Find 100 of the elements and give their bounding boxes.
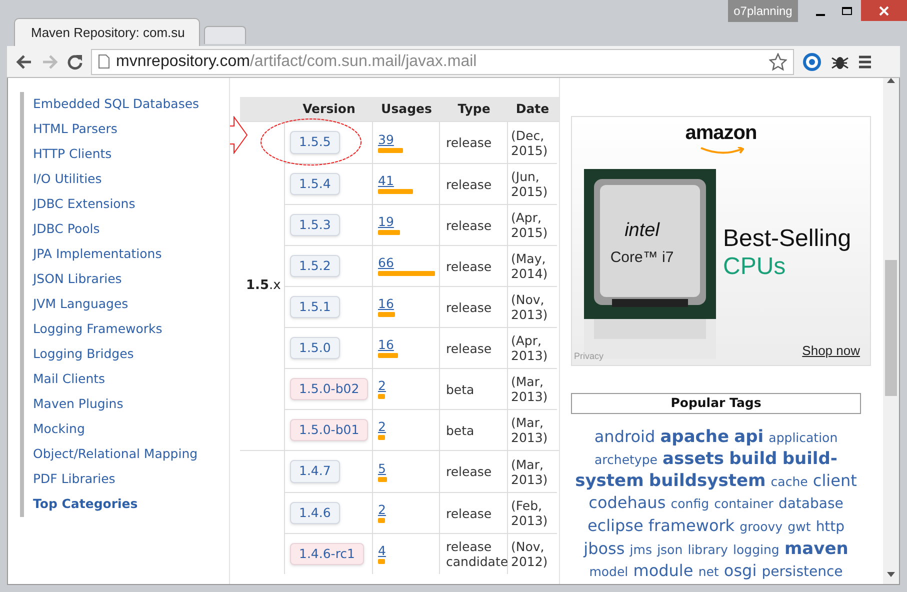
tag-link[interactable]: client xyxy=(812,471,857,490)
category-link[interactable]: HTML Parsers xyxy=(33,120,118,139)
category-link[interactable]: JVM Languages xyxy=(33,295,128,314)
tag-link[interactable]: osgi xyxy=(724,561,757,580)
usages-link[interactable]: 41 xyxy=(378,174,394,188)
version-link[interactable]: 1.5.4 xyxy=(290,172,340,196)
menu-icon[interactable] xyxy=(858,54,872,68)
advertisement-banner[interactable]: amazon intel Core™ i7 Best-Selling CPUs Privacy Shop now xyxy=(571,116,871,366)
category-link[interactable]: Object/Relational Mapping xyxy=(33,445,198,464)
address-bar[interactable]: mvnrepository.com/artifact/com.sun.mail/javax.mail xyxy=(91,48,794,74)
back-icon[interactable] xyxy=(15,54,33,70)
tag-link[interactable]: jms xyxy=(630,542,652,557)
category-link[interactable]: Mocking xyxy=(33,420,85,439)
category-link[interactable]: Top Categories xyxy=(33,495,138,514)
usages-link[interactable]: 16 xyxy=(378,297,394,311)
scrollbar-thumb[interactable] xyxy=(885,260,897,396)
tag-link[interactable]: build xyxy=(729,449,778,469)
tag-link[interactable]: archetype xyxy=(594,452,658,467)
date-text: (Mar, 2013) xyxy=(511,456,549,486)
tag-link[interactable]: apache xyxy=(660,427,730,447)
tag-link[interactable]: codehaus xyxy=(588,493,666,512)
date-text: (Mar, 2013) xyxy=(511,374,549,404)
tag-link[interactable]: net xyxy=(698,564,719,579)
category-link[interactable]: I/O Utilities xyxy=(33,170,102,189)
tag-link[interactable]: logging xyxy=(733,542,780,557)
version-link[interactable]: 1.4.6 xyxy=(290,502,340,524)
tag-link[interactable]: config xyxy=(670,496,710,511)
version-link[interactable]: 1.5.1 xyxy=(290,296,340,318)
version-link[interactable]: 1.4.7 xyxy=(290,460,340,483)
tag-link[interactable]: model xyxy=(589,564,628,579)
tag-link[interactable]: android xyxy=(594,427,656,446)
tag-link[interactable]: framework xyxy=(648,516,735,535)
tag-link[interactable]: module xyxy=(633,561,694,580)
tag-link[interactable]: library xyxy=(688,542,728,557)
type-text: release xyxy=(446,135,492,150)
tag-link[interactable]: maven xyxy=(784,539,848,559)
category-link[interactable]: Embedded SQL Databases xyxy=(33,95,200,114)
date-text: (Nov, 2012) xyxy=(511,539,549,569)
version-link[interactable]: 1.5.5 xyxy=(290,131,340,154)
chip-model-text: Core™ i7 xyxy=(609,248,675,268)
tag-link[interactable]: http xyxy=(816,519,845,535)
usages-link[interactable]: 2 xyxy=(378,379,386,393)
usages-link[interactable]: 39 xyxy=(378,132,394,146)
usages-link[interactable]: 19 xyxy=(378,215,394,229)
version-link[interactable]: 1.5.3 xyxy=(290,214,340,236)
subline-text: CPUs xyxy=(723,252,786,282)
category-link[interactable]: HTTP Clients xyxy=(33,145,112,164)
usages-link[interactable]: 66 xyxy=(378,256,394,270)
scrollbar[interactable] xyxy=(883,78,899,584)
column-header: Usages xyxy=(380,100,433,118)
extension-icon[interactable] xyxy=(802,52,822,72)
type-text: release xyxy=(446,300,492,314)
category-link[interactable]: JDBC Extensions xyxy=(33,195,136,214)
usages-link[interactable]: 4 xyxy=(378,544,386,558)
tag-link[interactable]: buildsystem xyxy=(648,471,766,491)
version-link[interactable]: 1.5.0 xyxy=(290,336,340,360)
tag-link[interactable]: api xyxy=(734,427,764,447)
date-text: (Feb, 2013) xyxy=(511,498,549,528)
close-icon xyxy=(879,6,889,16)
tag-link[interactable]: eclipse xyxy=(587,516,644,535)
version-link[interactable]: 1.5.0-b02 xyxy=(290,378,368,400)
tag-link[interactable]: container xyxy=(714,496,774,511)
tag-link[interactable]: json xyxy=(657,542,683,557)
tag-link[interactable]: gwt xyxy=(788,519,811,534)
usages-link[interactable]: 2 xyxy=(378,420,386,434)
usages-link[interactable]: 2 xyxy=(378,503,386,517)
chip-brand-text: intel xyxy=(624,219,661,243)
tag-link[interactable]: application xyxy=(768,430,838,445)
usages-link[interactable]: 5 xyxy=(378,462,386,476)
version-link[interactable]: 1.4.6-rc1 xyxy=(290,542,364,566)
shop-now-link[interactable]: Shop now xyxy=(802,341,860,360)
scroll-down-icon[interactable] xyxy=(887,572,895,577)
tag-link[interactable]: database xyxy=(778,496,844,512)
category-link[interactable]: JSON Libraries xyxy=(33,270,122,289)
category-link[interactable]: Mail Clients xyxy=(33,370,106,389)
version-link[interactable]: 1.5.2 xyxy=(290,254,340,278)
close-window-button[interactable] xyxy=(861,0,907,21)
category-link[interactable]: Maven Plugins xyxy=(33,395,124,414)
category-link[interactable]: PDF Libraries xyxy=(33,470,116,489)
category-link[interactable]: JPA Implementations xyxy=(33,245,162,264)
date-text: (Jun, 2015) xyxy=(511,169,549,199)
tag-link[interactable]: groovy xyxy=(740,519,783,534)
category-link[interactable]: Logging Frameworks xyxy=(33,320,162,339)
smile-arrow-icon xyxy=(700,147,744,155)
reload-icon[interactable] xyxy=(67,54,83,70)
tag-link[interactable]: build- xyxy=(782,449,838,469)
tag-link[interactable]: jboss xyxy=(584,539,625,558)
category-link[interactable]: JDBC Pools xyxy=(33,220,100,239)
star-icon[interactable] xyxy=(769,52,787,70)
version-link[interactable]: 1.5.0-b01 xyxy=(290,418,368,442)
browser-tab[interactable]: Maven Repository: com.su xyxy=(14,18,200,46)
tag-link[interactable]: assets xyxy=(662,449,724,469)
headline-text: Best-Selling xyxy=(723,224,852,254)
tag-link[interactable]: cache xyxy=(770,474,808,489)
usages-link[interactable]: 16 xyxy=(378,338,394,352)
tag-link[interactable]: system xyxy=(575,471,644,491)
profile-badge[interactable]: o7planning xyxy=(728,0,798,22)
category-link[interactable]: Logging Bridges xyxy=(33,345,134,364)
type-text: release xyxy=(446,464,492,479)
tag-link[interactable]: persistence xyxy=(762,564,843,580)
